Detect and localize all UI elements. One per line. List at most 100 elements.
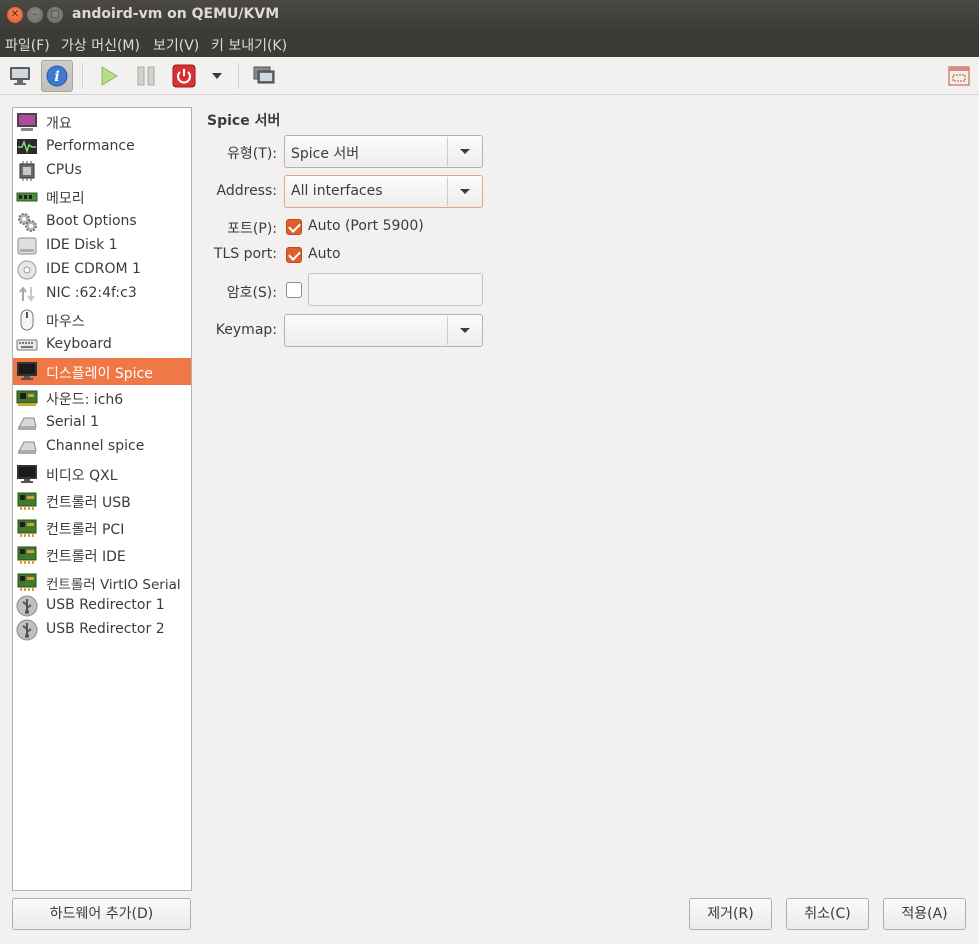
monitor-purple-icon — [15, 111, 39, 133]
password-field[interactable] — [308, 273, 483, 306]
hardware-item-overview[interactable]: 개요 — [13, 110, 191, 134]
controller-card-icon — [15, 490, 39, 512]
gears-icon — [15, 211, 39, 233]
menu-bar: 파일(F) 가상 머신(M) 보기(V) 키 보내기(K) — [0, 30, 979, 57]
hardware-item-label: 디스플레이 Spice — [46, 366, 153, 382]
type-label: 유형(T): — [227, 146, 277, 162]
pause-button[interactable] — [130, 60, 162, 92]
address-label: Address: — [216, 183, 277, 199]
hardware-item-label: Channel spice — [46, 438, 145, 454]
run-icon — [101, 66, 118, 86]
video-monitor-icon — [15, 463, 39, 485]
keymap-combo[interactable] — [284, 314, 483, 347]
memory-module-icon — [15, 186, 39, 208]
snapshot-icon — [253, 66, 275, 84]
usb-icon — [15, 619, 39, 641]
controller-card-icon — [15, 544, 39, 566]
toolbar-separator — [238, 63, 239, 89]
window-minimize-button[interactable]: – — [27, 7, 43, 23]
menu-send-key[interactable]: 키 보내기(K) — [211, 35, 287, 55]
apply-button[interactable]: 적용(A) — [883, 898, 966, 930]
combo-divider — [447, 316, 448, 345]
shutdown-menu-button[interactable] — [202, 60, 232, 92]
hardware-item-label: Keyboard — [46, 336, 112, 352]
fullscreen-button[interactable] — [943, 60, 975, 92]
hardware-item-controller-virtio-serial[interactable]: 컨트롤러 VirtIO Serial — [13, 570, 191, 594]
controller-card-icon — [15, 571, 39, 593]
hardware-item-label: IDE CDROM 1 — [46, 261, 141, 277]
network-arrows-icon — [15, 283, 39, 305]
hardware-item-usb-redirector-2[interactable]: USB Redirector 2 — [13, 618, 191, 642]
hardware-item-label: IDE Disk 1 — [46, 237, 118, 253]
sound-card-icon — [15, 387, 39, 409]
menu-file[interactable]: 파일(F) — [5, 35, 50, 55]
hardware-item-controller-usb[interactable]: 컨트롤러 USB — [13, 489, 191, 513]
chevron-down-icon — [460, 149, 470, 154]
hard-disk-icon — [15, 235, 39, 257]
hardware-item-sound[interactable]: 사운드: ich6 — [13, 386, 191, 410]
dropdown-arrow-icon — [212, 73, 222, 79]
controller-card-icon — [15, 517, 39, 539]
hardware-item-label: 마우스 — [46, 314, 85, 330]
menu-virtual-machine[interactable]: 가상 머신(M) — [61, 35, 140, 55]
cdrom-icon — [15, 259, 39, 281]
toolbar-separator — [82, 63, 83, 89]
hardware-item-label: 컨트롤러 IDE — [46, 549, 126, 565]
console-button[interactable] — [4, 60, 36, 92]
remove-button[interactable]: 제거(R) — [689, 898, 772, 930]
password-label: 암호(S): — [226, 285, 277, 301]
window-maximize-button[interactable]: □ — [47, 7, 63, 23]
keymap-label: Keymap: — [215, 322, 277, 338]
shutdown-button[interactable] — [168, 60, 200, 92]
mouse-icon — [15, 309, 39, 331]
hardware-item-label: 컨트롤러 VirtIO Serial — [46, 577, 181, 593]
port-auto-checkbox[interactable] — [286, 219, 302, 235]
pause-icon — [137, 66, 155, 86]
type-combo[interactable]: Spice 서버 — [284, 135, 483, 168]
channel-icon — [15, 436, 39, 458]
port-auto-label[interactable]: Auto (Port 5900) — [308, 218, 424, 234]
hardware-item-label: USB Redirector 2 — [46, 621, 165, 637]
combo-divider — [447, 177, 448, 206]
console-icon — [10, 67, 30, 85]
password-checkbox[interactable] — [286, 282, 302, 298]
hardware-item-controller-ide[interactable]: 컨트롤러 IDE — [13, 543, 191, 567]
address-combo-value: All interfaces — [291, 183, 383, 199]
hardware-item-usb-redirector-1[interactable]: USB Redirector 1 — [13, 594, 191, 618]
hardware-item-label: Boot Options — [46, 213, 137, 229]
window-title: andoird-vm on QEMU/KVM — [72, 6, 280, 22]
tls-auto-label[interactable]: Auto — [308, 246, 341, 262]
chevron-down-icon — [460, 189, 470, 194]
hardware-item-serial[interactable]: Serial 1 — [13, 411, 191, 435]
hardware-item-label: 메모리 — [46, 191, 85, 207]
display-monitor-icon — [15, 360, 39, 382]
menu-view[interactable]: 보기(V) — [153, 35, 199, 55]
hardware-item-label: CPUs — [46, 162, 82, 178]
hardware-item-video[interactable]: 비디오 QXL — [13, 462, 191, 486]
toolbar: i — [0, 57, 979, 95]
performance-graph-icon — [15, 136, 39, 158]
run-button[interactable] — [92, 60, 124, 92]
hardware-item-label: USB Redirector 1 — [46, 597, 165, 613]
add-hardware-button[interactable]: 하드웨어 추가(D) — [12, 898, 191, 930]
window-close-button[interactable]: ✕ — [7, 7, 23, 23]
fullscreen-icon — [948, 66, 970, 86]
cancel-button[interactable]: 취소(C) — [786, 898, 869, 930]
hardware-item-label: Serial 1 — [46, 414, 99, 430]
title-bar[interactable]: ✕ – □ andoird-vm on QEMU/KVM — [0, 0, 979, 30]
hardware-item-display-spice[interactable]: 디스플레이 Spice — [13, 358, 191, 385]
hardware-item-label: NIC :62:4f:c3 — [46, 285, 137, 301]
combo-divider — [447, 137, 448, 166]
address-combo[interactable]: All interfaces — [284, 175, 483, 208]
details-button[interactable]: i — [41, 60, 73, 92]
hardware-item-label: 컨트롤러 USB — [46, 495, 131, 511]
snapshot-button[interactable] — [248, 60, 280, 92]
tls-auto-checkbox[interactable] — [286, 247, 302, 263]
details-info-icon: i — [46, 65, 68, 87]
cpu-chip-icon — [15, 160, 39, 182]
hardware-item-controller-pci[interactable]: 컨트롤러 PCI — [13, 516, 191, 540]
chevron-down-icon — [460, 328, 470, 333]
serial-port-icon — [15, 412, 39, 434]
hardware-item-channel[interactable]: Channel spice — [13, 435, 191, 459]
hardware-item-label: 비디오 QXL — [46, 468, 118, 484]
